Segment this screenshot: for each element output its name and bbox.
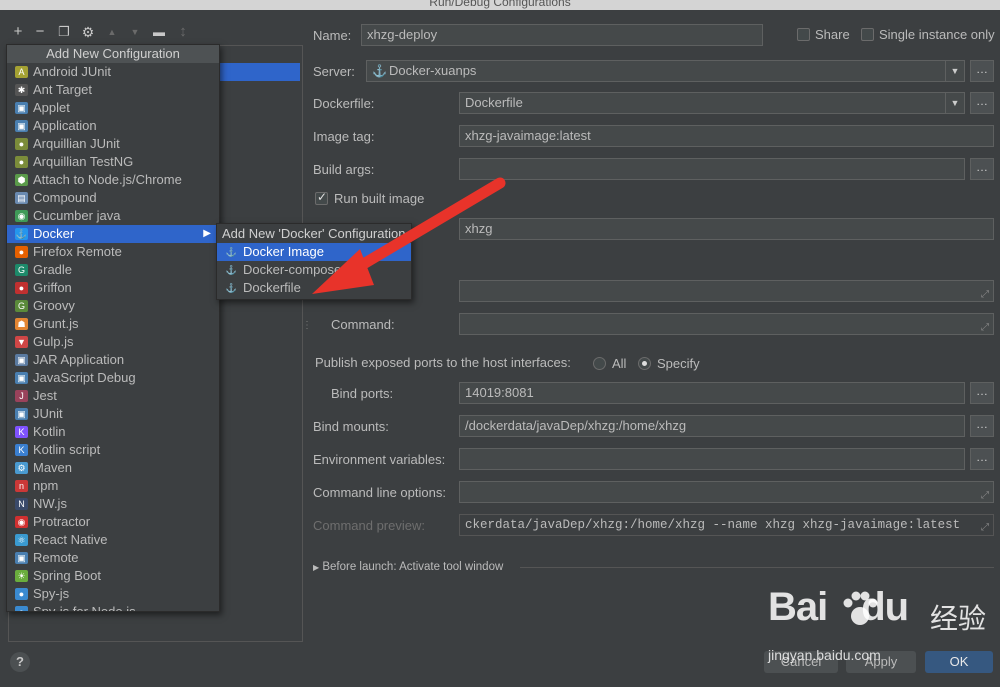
apply-button[interactable]: Apply bbox=[846, 651, 916, 673]
annotation-arrow bbox=[312, 177, 506, 294]
cancel-button[interactable]: Cancel bbox=[764, 651, 838, 673]
arrow-head bbox=[312, 249, 374, 294]
arrow-shaft bbox=[344, 177, 506, 278]
help-button[interactable]: ? bbox=[10, 652, 30, 672]
ok-button[interactable]: OK bbox=[925, 651, 993, 673]
